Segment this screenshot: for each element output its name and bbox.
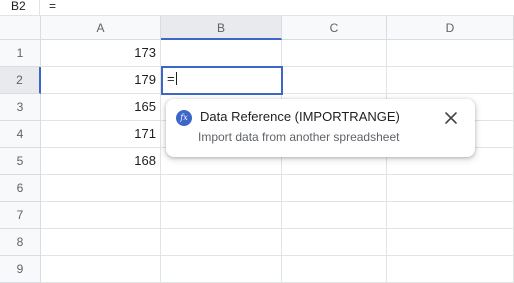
cell-d1[interactable] [387,40,514,67]
cell-a2[interactable]: 179 [41,67,161,94]
cell-b6[interactable] [161,175,282,202]
cell-c1[interactable] [282,40,387,67]
cell-c8[interactable] [282,229,387,256]
cell-d6[interactable] [387,175,514,202]
text-caret [175,72,177,85]
cell-b8[interactable] [161,229,282,256]
cell-a6[interactable] [41,175,161,202]
close-suggestion-button[interactable] [443,110,459,126]
formula-input[interactable]: = [49,0,56,15]
cell-a7[interactable] [41,202,161,229]
row-header-7[interactable]: 7 [0,202,41,229]
name-box[interactable]: B2 [0,0,40,15]
row-header-6[interactable]: 6 [0,175,41,202]
column-header-c[interactable]: C [282,16,387,40]
row-header-4[interactable]: 4 [0,121,41,148]
cell-a4[interactable]: 171 [41,121,161,148]
cell-d8[interactable] [387,229,514,256]
row-header-1[interactable]: 1 [0,40,41,67]
formula-bar: B2 = [0,0,514,16]
cell-b9[interactable] [161,256,282,283]
cell-c6[interactable] [282,175,387,202]
suggestion-title[interactable]: Data Reference (IMPORTRANGE) [200,109,400,124]
cell-d9[interactable] [387,256,514,283]
column-header-b[interactable]: B [161,16,282,40]
cell-d7[interactable] [387,202,514,229]
cell-a3[interactable]: 165 [41,94,161,121]
column-header-a[interactable]: A [41,16,161,40]
row-header-9[interactable]: 9 [0,256,41,283]
close-icon [445,112,457,124]
row-header-8[interactable]: 8 [0,229,41,256]
cell-d2[interactable] [387,67,514,94]
fx-icon: fx [176,110,192,126]
cell-c7[interactable] [282,202,387,229]
suggestion-description: Import data from another spreadsheet [198,130,400,144]
formula-suggestion-popup[interactable]: fx Data Reference (IMPORTRANGE) Import d… [166,99,475,157]
cell-b2-editor[interactable]: = [161,66,283,95]
row-header-2[interactable]: 2 [0,67,41,94]
cell-b2-value: = [167,71,175,86]
cell-a1[interactable]: 173 [41,40,161,67]
cell-a5[interactable]: 168 [41,148,161,175]
cell-b7[interactable] [161,202,282,229]
cell-c9[interactable] [282,256,387,283]
cell-b1[interactable] [161,40,282,67]
cell-a9[interactable] [41,256,161,283]
cell-c2[interactable] [283,67,387,94]
cell-a8[interactable] [41,229,161,256]
row-header-3[interactable]: 3 [0,94,41,121]
row-header-5[interactable]: 5 [0,148,41,175]
select-all-corner[interactable] [0,16,41,40]
column-header-d[interactable]: D [387,16,514,40]
